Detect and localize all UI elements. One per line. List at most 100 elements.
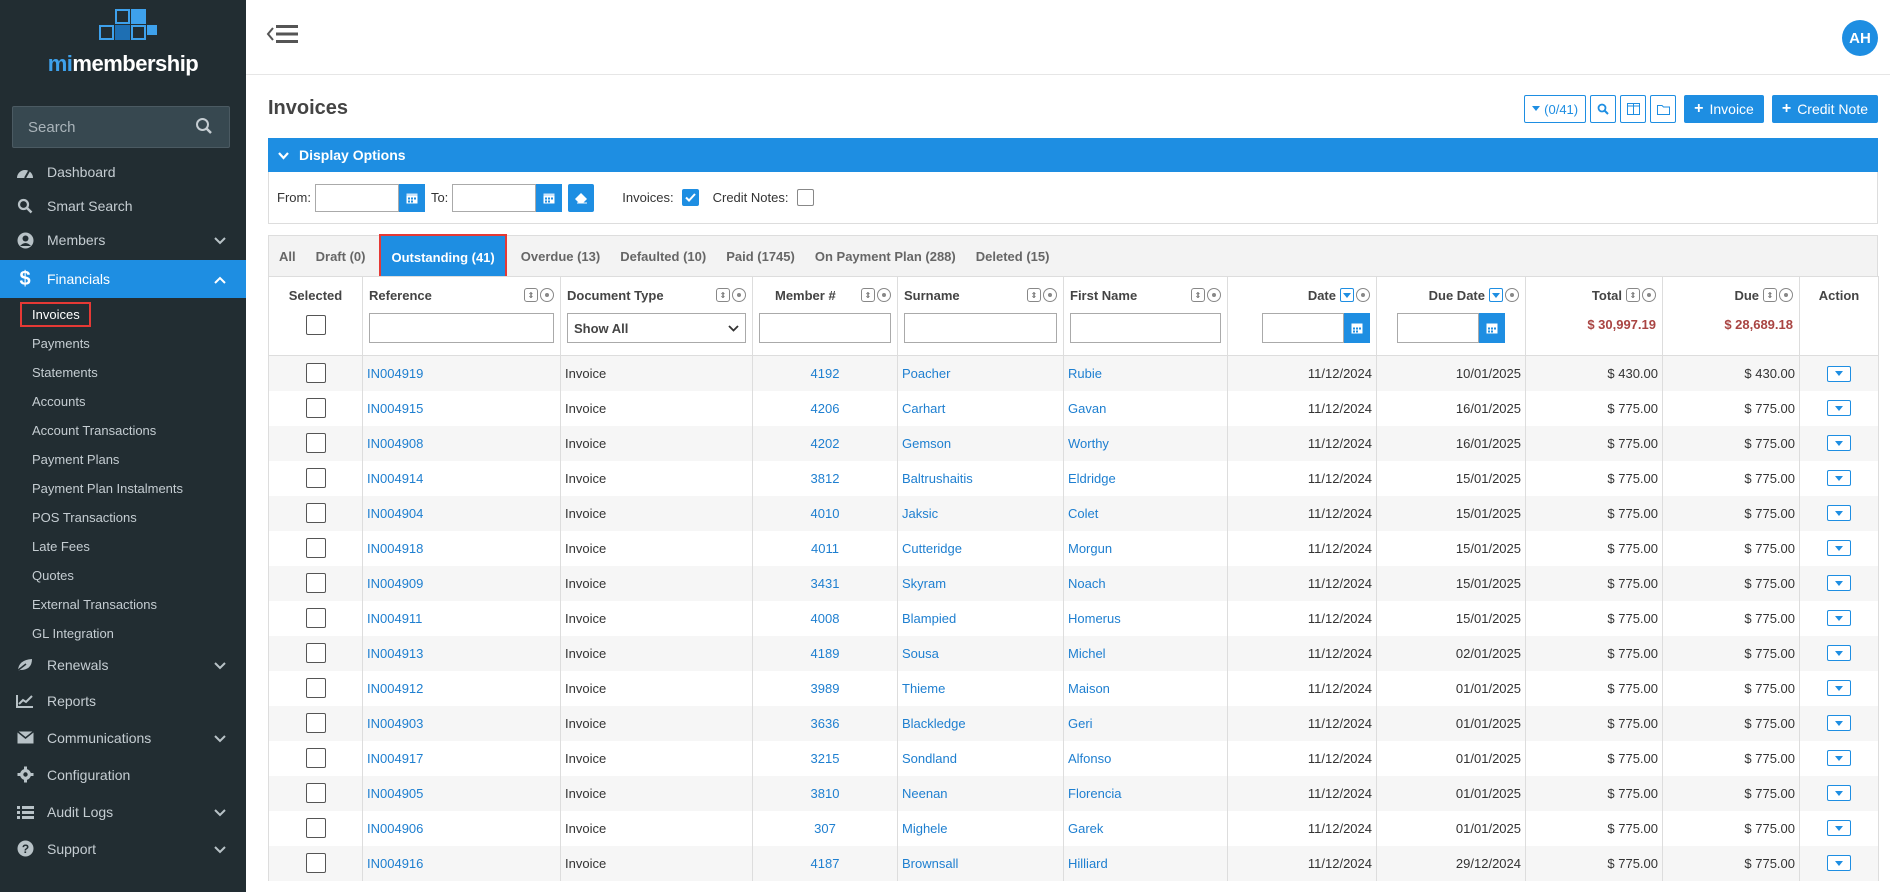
member-cell[interactable]: 4189 — [752, 635, 898, 671]
eye-icon[interactable] — [1642, 288, 1656, 302]
row-action-button[interactable] — [1827, 505, 1851, 522]
reference-cell[interactable]: IN004918 — [362, 530, 561, 566]
row-checkbox[interactable] — [305, 818, 326, 838]
reference-cell[interactable]: IN004913 — [362, 635, 561, 671]
row-checkbox[interactable] — [305, 538, 326, 558]
row-action-button[interactable] — [1827, 750, 1851, 767]
surname-cell[interactable]: Blackledge — [897, 705, 1064, 741]
row-checkbox[interactable] — [305, 363, 326, 384]
nav-audit-logs[interactable]: Audit Logs — [0, 793, 246, 830]
calendar-icon[interactable] — [536, 183, 563, 212]
nav-smart-search[interactable]: Smart Search — [0, 189, 246, 223]
surname-cell[interactable]: Jaksic — [897, 495, 1064, 531]
first-name-cell[interactable]: Hilliard — [1063, 845, 1228, 881]
columns-button[interactable] — [1620, 95, 1647, 123]
reference-cell[interactable]: IN004909 — [362, 565, 561, 601]
row-checkbox[interactable] — [305, 643, 326, 663]
row-action-button[interactable] — [1827, 785, 1851, 802]
sub-item-statements[interactable]: Statements — [0, 358, 246, 387]
nav-dashboard[interactable]: Dashboard — [0, 155, 246, 189]
first-name-cell[interactable]: Morgun — [1063, 530, 1228, 566]
row-checkbox[interactable] — [305, 608, 326, 628]
surname-cell[interactable]: Mighele — [897, 810, 1064, 846]
member-cell[interactable]: 4202 — [752, 425, 898, 461]
reference-cell[interactable]: IN004906 — [362, 810, 561, 846]
select-all-checkbox[interactable] — [305, 315, 326, 335]
tab-draft[interactable]: Draft (0) — [306, 236, 376, 276]
row-checkbox[interactable] — [305, 713, 326, 733]
row-action-button[interactable] — [1827, 855, 1851, 872]
calendar-icon[interactable] — [398, 183, 425, 212]
member-cell[interactable]: 4008 — [752, 600, 898, 636]
surname-cell[interactable]: Cutteridge — [897, 530, 1064, 566]
surname-cell[interactable]: Poacher — [897, 355, 1064, 391]
member-cell[interactable]: 4192 — [752, 355, 898, 391]
surname-filter-input[interactable] — [904, 313, 1057, 343]
row-action-button[interactable] — [1827, 575, 1851, 592]
tab-paid[interactable]: Paid (1745) — [716, 236, 805, 276]
first-name-cell[interactable]: Rubie — [1063, 355, 1228, 391]
row-checkbox[interactable] — [305, 503, 326, 523]
member-cell[interactable]: 4011 — [752, 530, 898, 566]
reference-cell[interactable]: IN004916 — [362, 845, 561, 881]
app-logo[interactable]: mimembership — [0, 0, 246, 82]
reference-cell[interactable]: IN004914 — [362, 460, 561, 496]
date-filter-input[interactable] — [1262, 313, 1344, 343]
sub-item-quotes[interactable]: Quotes — [0, 561, 246, 590]
nav-members[interactable]: Members — [0, 223, 246, 257]
sort-icon[interactable]: ⇕ — [1763, 288, 1777, 302]
nav-communications[interactable]: Communications — [0, 719, 246, 756]
member-cell[interactable]: 307 — [752, 810, 898, 846]
first-name-cell[interactable]: Gavan — [1063, 390, 1228, 426]
surname-cell[interactable]: Skyram — [897, 565, 1064, 601]
first-name-cell[interactable]: Eldridge — [1063, 460, 1228, 496]
eye-icon[interactable] — [1043, 288, 1057, 302]
row-action-button[interactable] — [1827, 365, 1851, 382]
calendar-icon[interactable] — [1479, 313, 1505, 343]
first-name-cell[interactable]: Michel — [1063, 635, 1228, 671]
eye-icon[interactable] — [732, 288, 746, 302]
tab-overdue[interactable]: Overdue (13) — [511, 236, 610, 276]
row-checkbox[interactable] — [305, 678, 326, 698]
member-cell[interactable]: 4206 — [752, 390, 898, 426]
sub-item-payment-plans[interactable]: Payment Plans — [0, 445, 246, 474]
tab-all[interactable]: All — [269, 236, 306, 276]
row-checkbox[interactable] — [305, 783, 326, 803]
row-action-button[interactable] — [1827, 715, 1851, 732]
due-date-filter-input[interactable] — [1397, 313, 1479, 343]
member-cell[interactable]: 3215 — [752, 740, 898, 776]
sub-item-invoices[interactable]: Invoices — [0, 300, 246, 329]
sub-item-late-fees[interactable]: Late Fees — [0, 532, 246, 561]
first-name-cell[interactable]: Colet — [1063, 495, 1228, 531]
row-checkbox[interactable] — [305, 748, 326, 768]
row-action-button[interactable] — [1827, 820, 1851, 837]
row-checkbox[interactable] — [305, 853, 326, 873]
member-cell[interactable]: 3431 — [752, 565, 898, 601]
row-action-button[interactable] — [1827, 400, 1851, 417]
first-name-cell[interactable]: Maison — [1063, 670, 1228, 706]
member-filter-input[interactable] — [759, 313, 891, 343]
reference-cell[interactable]: IN004912 — [362, 670, 561, 706]
tab-defaulted[interactable]: Defaulted (10) — [610, 236, 716, 276]
to-date-input[interactable] — [452, 183, 537, 212]
nav-renewals[interactable]: Renewals — [0, 648, 246, 682]
surname-cell[interactable]: Blampied — [897, 600, 1064, 636]
sort-icon[interactable]: ⇕ — [861, 288, 875, 302]
eye-icon[interactable] — [1779, 288, 1793, 302]
first-name-cell[interactable]: Worthy — [1063, 425, 1228, 461]
nav-financials[interactable]: $ Financials — [0, 260, 246, 298]
selection-count-button[interactable]: (0/41) — [1524, 95, 1587, 123]
add-credit-note-button[interactable]: + Credit Note — [1771, 95, 1878, 123]
sort-desc-icon[interactable] — [1489, 288, 1503, 302]
document-type-select[interactable]: Show All — [567, 313, 746, 343]
menu-collapse-icon[interactable] — [266, 22, 302, 49]
clear-dates-button[interactable] — [568, 183, 595, 212]
member-cell[interactable]: 3810 — [752, 775, 898, 811]
reference-cell[interactable]: IN004908 — [362, 425, 561, 461]
row-checkbox[interactable] — [305, 468, 326, 488]
surname-cell[interactable]: Thieme — [897, 670, 1064, 706]
eye-icon[interactable] — [540, 288, 554, 302]
member-cell[interactable]: 3812 — [752, 460, 898, 496]
reference-filter-input[interactable] — [369, 313, 554, 343]
first-name-cell[interactable]: Geri — [1063, 705, 1228, 741]
